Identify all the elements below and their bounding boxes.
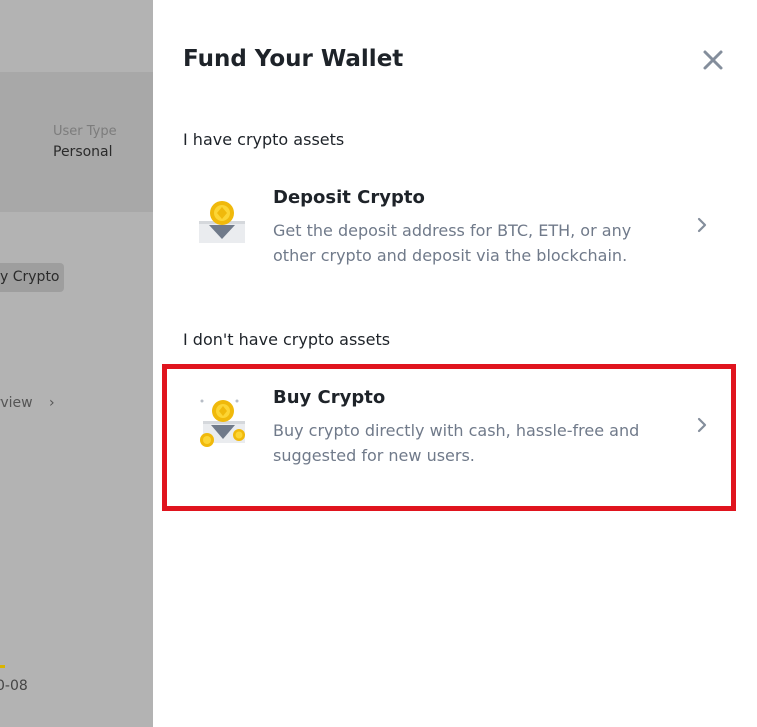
- section-label-have-crypto: I have crypto assets: [183, 130, 345, 149]
- deposit-crypto-option[interactable]: Deposit Crypto Get the deposit address f…: [183, 175, 723, 285]
- buy-crypto-option[interactable]: Buy Crypto Buy crypto directly with cash…: [183, 375, 723, 485]
- buy-coins-icon: [197, 395, 249, 451]
- buy-crypto-description: Buy crypto directly with cash, hassle-fr…: [273, 421, 640, 465]
- background-date: 0-08: [0, 678, 28, 694]
- deposit-coin-icon: [197, 195, 249, 251]
- user-type-value: Personal: [53, 144, 113, 160]
- background-overview-link: erview: [0, 395, 33, 411]
- close-icon: [703, 50, 723, 70]
- buy-crypto-title: Buy Crypto: [273, 387, 386, 408]
- user-type-label: User Type: [53, 124, 117, 139]
- chevron-right-icon: [697, 417, 707, 433]
- fund-wallet-drawer: Fund Your Wallet I have crypto assets De…: [153, 0, 757, 727]
- deposit-crypto-title: Deposit Crypto: [273, 187, 425, 208]
- chevron-right-icon: [697, 217, 707, 233]
- background-page: User Type Personal y Crypto erview › 0-0…: [0, 0, 153, 727]
- background-buy-crypto-button: y Crypto: [0, 263, 64, 292]
- close-button[interactable]: [699, 46, 727, 74]
- drawer-title: Fund Your Wallet: [183, 46, 404, 72]
- background-header-band: [0, 72, 153, 212]
- deposit-crypto-description: Get the deposit address for BTC, ETH, or…: [273, 221, 632, 265]
- section-label-no-crypto: I don't have crypto assets: [183, 330, 391, 349]
- chevron-right-icon: ›: [49, 395, 55, 411]
- background-accent-mark: [0, 665, 5, 668]
